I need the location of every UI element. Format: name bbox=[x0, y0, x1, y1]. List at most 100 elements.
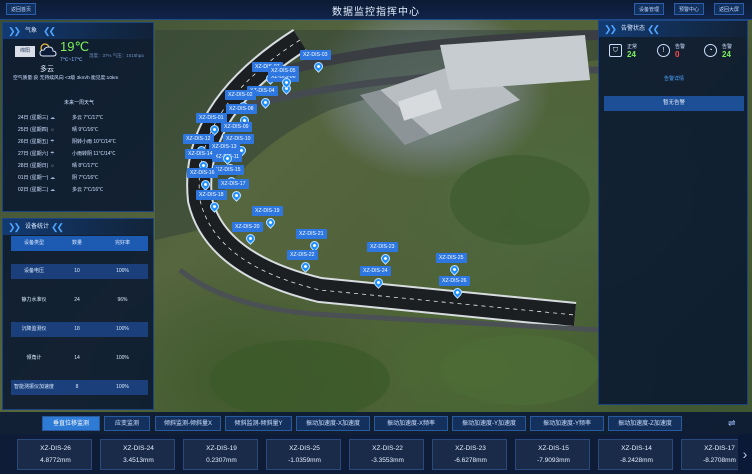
chevron-icon: ❯❯ bbox=[604, 24, 617, 34]
weather-panel-header: ❯❯ 气象 ❮❮ bbox=[3, 23, 153, 39]
sensor-name: XZ-DIS-23 bbox=[455, 445, 486, 452]
forecast-text: 多云 7℃/17℃ bbox=[72, 115, 104, 121]
sensor-card[interactable]: XZ-DIS-25 -1.0359mm bbox=[266, 439, 341, 470]
cell-rate: 100% bbox=[116, 355, 129, 361]
cell-count: 10 bbox=[74, 268, 80, 274]
tab-5[interactable]: 振动加速度-X频率 bbox=[374, 416, 448, 431]
tab-8[interactable]: 振动加速度-Z加速度 bbox=[608, 416, 682, 431]
sensor-value: -3.3553mm bbox=[371, 457, 404, 464]
location-button[interactable]: 绵阳 bbox=[15, 46, 35, 57]
tab-3[interactable]: 倾斜监测-倾斜量Y bbox=[225, 416, 292, 431]
sensor-cards: XZ-DIS-26 4.8772mm XZ-DIS-24 3.4513mm XZ-DIS… bbox=[0, 434, 752, 474]
cell-type: 沉降监测仪 bbox=[21, 326, 47, 332]
forecast-text: 阴 7℃/16℃ bbox=[72, 175, 99, 181]
alert2-label: 告警 bbox=[722, 44, 733, 50]
shield-icon: ⛉ bbox=[609, 44, 622, 57]
sensor-map-label[interactable]: XZ-DIS-22 bbox=[287, 250, 318, 260]
sensor-value: 3.4513mm bbox=[123, 457, 154, 464]
sensor-map-label[interactable]: XZ-DIS-15 bbox=[213, 165, 244, 175]
sensor-map-label[interactable]: XZ-DIS-17 bbox=[218, 179, 249, 189]
forecast-text: 小雨转阴 11℃/14℃ bbox=[72, 151, 116, 157]
sensor-map-label[interactable]: XZ-DIS-26 bbox=[439, 276, 470, 286]
back-screen-button[interactable]: 返回大屏 bbox=[714, 3, 745, 15]
forecast-row: 26日 (星期五) ☂ 阴转小雨 10℃/14℃ bbox=[18, 137, 116, 147]
forecast-text: 多云 7℃/16℃ bbox=[72, 187, 104, 193]
sensor-name: XZ-DIS-22 bbox=[372, 445, 403, 452]
top-bar: 返回首页 数据监控指挥中心 设备管理 预警中心 返回大屏 bbox=[0, 0, 752, 20]
cell-rate: 100% bbox=[116, 384, 129, 390]
normal-label: 正常 bbox=[627, 44, 638, 50]
sensor-value: 4.8772mm bbox=[40, 457, 71, 464]
clock-icon: ◔ bbox=[704, 44, 717, 57]
tab-2[interactable]: 倾斜监测-倾斜量X bbox=[155, 416, 221, 431]
tab-0[interactable]: 垂直位移监测 bbox=[42, 416, 100, 431]
rain-icon: ☂ bbox=[50, 151, 55, 157]
normal-count: 24 bbox=[627, 50, 636, 59]
device-stats-panel: ❯❯ 设备统计 ❮❮ 设备类型 数量 完好率 设备电压 10 100% 静力水准仪 24… bbox=[2, 218, 154, 410]
tab-7[interactable]: 振动加速度-Y频率 bbox=[530, 416, 604, 431]
sensor-card[interactable]: XZ-DIS-22 -3.3553mm bbox=[349, 439, 424, 470]
tab-6[interactable]: 振动加速度-Y加速度 bbox=[452, 416, 526, 431]
current-temp: 19℃ bbox=[60, 39, 90, 54]
tab-scroll-icon[interactable]: ⇌ bbox=[728, 418, 736, 429]
table-row: 智能测振仪加速度 8 100% bbox=[11, 380, 148, 395]
sensor-card[interactable]: XZ-DIS-19 0.2307mm bbox=[183, 439, 258, 470]
sensor-card[interactable]: XZ-DIS-14 -8.2428mm bbox=[598, 439, 673, 470]
forecast-title: 未来一周天气 bbox=[63, 100, 94, 106]
weather-meta: 湿度：37% 气压：1015hpa bbox=[89, 53, 144, 58]
alarm-panel-header: ❯❯ 告警状态 ❮❮ bbox=[599, 21, 747, 37]
sensor-card[interactable]: XZ-DIS-23 -6.6278mm bbox=[432, 439, 507, 470]
sensor-map-label[interactable]: XZ-DIS-24 bbox=[360, 266, 391, 276]
sensor-map-label[interactable]: XZ-DIS-16 bbox=[187, 168, 218, 178]
sensor-value: 0.2307mm bbox=[206, 457, 237, 464]
chevron-icon: ❯❯ bbox=[8, 26, 21, 36]
alert-center-button[interactable]: 预警中心 bbox=[674, 3, 705, 15]
cell-count: 14 bbox=[74, 355, 80, 361]
cell-rate: 100% bbox=[116, 268, 129, 274]
sensor-map-label[interactable]: XZ-DIS-05 bbox=[268, 66, 299, 76]
sensor-card[interactable]: XZ-DIS-24 3.4513mm bbox=[100, 439, 175, 470]
cloud-icon: ☁ bbox=[50, 187, 55, 193]
forecast-date: 01日 (星期一) bbox=[18, 175, 49, 181]
cell-type: 静力水准仪 bbox=[21, 297, 47, 303]
forecast-row: 28日 (星期日) ☼ 晴 8℃/17℃ bbox=[18, 161, 98, 171]
sensor-map-label[interactable]: XZ-DIS-20 bbox=[232, 222, 263, 232]
sensor-card[interactable]: XZ-DIS-26 4.8772mm bbox=[17, 439, 92, 470]
sensor-map-label[interactable]: XZ-DIS-14 bbox=[185, 149, 216, 159]
forecast-date: 24日 (星期三) bbox=[18, 115, 49, 121]
alarm-detail-link[interactable]: 告警详情 bbox=[599, 75, 749, 82]
cloud-icon: ☁ bbox=[50, 175, 55, 181]
sensor-map-label[interactable]: XZ-DIS-09 bbox=[221, 122, 252, 132]
cell-count: 24 bbox=[74, 297, 80, 303]
sensor-map-label[interactable]: XZ-DIS-03 bbox=[300, 50, 331, 60]
sensor-card[interactable]: XZ-DIS-15 -7.9093mm bbox=[515, 439, 590, 470]
next-arrow-icon[interactable]: › bbox=[738, 434, 752, 474]
sun-icon: ☼ bbox=[50, 163, 55, 169]
forecast-date: 27日 (星期六) bbox=[18, 151, 49, 157]
sensor-value: -7.9093mm bbox=[537, 457, 570, 464]
cell-count: 8 bbox=[75, 384, 79, 390]
device-stats-header: ❯❯ 设备统计 ❮❮ bbox=[3, 219, 153, 235]
sensor-map-label[interactable]: XZ-DIS-25 bbox=[436, 253, 467, 263]
sensor-map-label[interactable]: XZ-DIS-08 bbox=[226, 104, 257, 114]
forecast-text: 晴 9℃/16℃ bbox=[72, 127, 99, 133]
header-rate: 完好率 bbox=[114, 240, 130, 246]
sensor-map-label[interactable]: XZ-DIS-19 bbox=[252, 206, 283, 216]
monitor-tabs: 垂直位移监测 应变监测 倾斜监测-倾斜量X 倾斜监测-倾斜量Y 振动加速度-X加速度 振动… bbox=[0, 412, 752, 434]
tab-1[interactable]: 应变监测 bbox=[104, 416, 150, 431]
sensor-map-label[interactable]: XZ-DIS-02 bbox=[225, 90, 256, 100]
chevron-icon: ❮❮ bbox=[51, 222, 64, 232]
cell-rate: 96% bbox=[117, 297, 128, 303]
sensor-map-label[interactable]: XZ-DIS-18 bbox=[196, 190, 227, 200]
cell-count: 18 bbox=[74, 326, 80, 332]
alert2-count: 24 bbox=[722, 50, 731, 59]
forecast-row: 25日 (星期四) ☼ 晴 9℃/16℃ bbox=[18, 125, 98, 135]
tab-4[interactable]: 振动加速度-X加速度 bbox=[296, 416, 370, 431]
device-manage-button[interactable]: 设备管理 bbox=[634, 3, 665, 15]
weather-panel-title: 气象 bbox=[25, 28, 38, 34]
forecast-date: 25日 (星期四) bbox=[18, 127, 49, 133]
cell-rate: 100% bbox=[116, 326, 129, 332]
forecast-date: 02日 (星期二) bbox=[18, 187, 49, 193]
sensor-map-label[interactable]: XZ-DIS-23 bbox=[367, 242, 398, 252]
sensor-map-label[interactable]: XZ-DIS-21 bbox=[296, 229, 327, 239]
